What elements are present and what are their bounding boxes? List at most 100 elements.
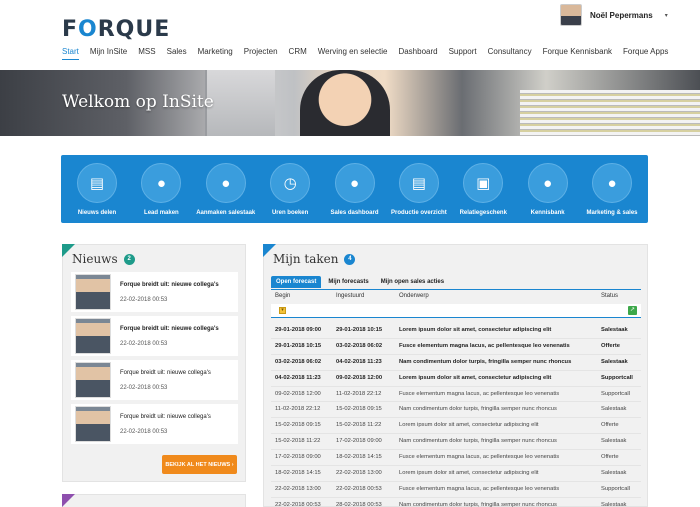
- cell-begin: 18-02-2018 14:15: [275, 470, 321, 477]
- quick-link-productie-overzicht[interactable]: ▤ Productie overzicht: [387, 155, 451, 223]
- cell-subject[interactable]: Lorem ipsum dolor sit amet, consectetur …: [399, 371, 551, 386]
- cell-due: 15-02-2018 09:15: [336, 406, 382, 413]
- export-excel-icon[interactable]: ↗: [628, 306, 637, 315]
- hero-laptop-image: [205, 70, 275, 136]
- news-text: Forque breidt uit: nieuwe collega's 22-02…: [120, 414, 211, 435]
- nav-item-dashboard[interactable]: Dashboard: [398, 47, 437, 60]
- news-panel: Nieuws 2 Forque breidt uit: nieuwe colle…: [62, 244, 246, 482]
- quick-link-label: Uren boeken: [271, 210, 309, 216]
- quick-link-marketing-sales[interactable]: ● Marketing & sales: [580, 155, 644, 223]
- table-row[interactable]: 22-02-2018 13:00 22-02-2018 00:53 Fusce el…: [271, 482, 641, 498]
- table-row[interactable]: 09-02-2018 12:00 11-02-2018 22:12 Fusce el…: [271, 387, 641, 403]
- table-row[interactable]: 15-02-2018 09:15 15-02-2018 11:22 Lorem ip…: [271, 418, 641, 435]
- cell-subject[interactable]: Lorem ipsum dolor sit amet, consectetur …: [399, 323, 551, 338]
- cell-subject[interactable]: Nam condimentum dolor turpis, fringilla …: [399, 402, 557, 417]
- cell-subject[interactable]: Lorem ipsum dolor sit amet, consectetur …: [399, 418, 539, 433]
- cell-due: 29-01-2018 10:15: [336, 327, 383, 333]
- column-due[interactable]: Ingestuurd: [336, 293, 364, 299]
- all-news-button[interactable]: BEKIJK AL HET NIEUWS ›: [162, 455, 237, 474]
- chevron-down-icon[interactable]: ▾: [665, 12, 668, 19]
- nav-item-forque-apps[interactable]: Forque Apps: [623, 47, 668, 60]
- nav-item-mijn-insite[interactable]: Mijn InSite: [90, 47, 127, 60]
- nav-item-mss[interactable]: MSS: [138, 47, 155, 60]
- cell-subject[interactable]: Fusce elementum magna lacus, ac pellente…: [399, 339, 570, 354]
- user-menu[interactable]: Noël Pepermans ▾: [560, 4, 668, 26]
- avatar[interactable]: [560, 4, 582, 26]
- news-item-title[interactable]: Forque breidt uit: nieuwe collega's: [120, 282, 219, 288]
- filter-icon[interactable]: ▾: [279, 307, 286, 314]
- tasks-tabs: Open forecast Mijn forecasts Mijn open sal…: [271, 276, 449, 288]
- cell-subject[interactable]: Nam condimentum dolor turpis, fringilla …: [399, 434, 557, 449]
- table-row[interactable]: 17-02-2018 09:00 18-02-2018 14:15 Fusce el…: [271, 450, 641, 467]
- top-bar: FORQUE Noël Pepermans ▾ Start Mijn InSite…: [0, 0, 700, 70]
- hero-child-image: [300, 70, 390, 136]
- quick-link-kennisbank[interactable]: ● Kennisbank: [516, 155, 580, 223]
- quick-link-uren-boeken[interactable]: ◷ Uren boeken: [258, 155, 322, 223]
- table-header: Begin Ingestuurd Onderwerp Status: [271, 293, 641, 303]
- cell-begin: 11-02-2018 22:12: [275, 406, 321, 413]
- news-list: Forque breidt uit: nieuwe collega's 22-02…: [71, 272, 238, 448]
- nav-item-marketing[interactable]: Marketing: [198, 47, 233, 60]
- quick-link-sales-dashboard[interactable]: ● Sales dashboard: [323, 155, 387, 223]
- cell-begin: 17-02-2018 09:00: [275, 454, 321, 461]
- table-row[interactable]: 11-02-2018 22:12 15-02-2018 09:15 Nam cond…: [271, 402, 641, 419]
- user-task-icon: ●: [205, 163, 246, 203]
- nav-item-forque-kennisbank[interactable]: Forque Kennisbank: [543, 47, 612, 60]
- tasks-title: Mijn taken 4: [273, 252, 356, 266]
- news-item[interactable]: Forque breidt uit: nieuwe collega's 22-02…: [71, 316, 238, 356]
- table-row[interactable]: 18-02-2018 14:15 22-02-2018 13:00 Lorem ip…: [271, 466, 641, 482]
- forque-logo[interactable]: FORQUE: [62, 17, 170, 42]
- cell-subject[interactable]: Fusce elementum magna lacus, ac pellente…: [399, 482, 559, 497]
- cell-subject[interactable]: Lorem ipsum dolor sit amet, consectetur …: [399, 466, 539, 481]
- nav-item-crm[interactable]: CRM: [289, 47, 307, 60]
- cell-due: 17-02-2018 09:00: [336, 438, 382, 445]
- column-subject[interactable]: Onderwerp: [399, 293, 429, 299]
- nav-item-werving-en-selectie[interactable]: Werving en selectie: [318, 47, 388, 60]
- table-row[interactable]: 03-02-2018 06:02 04-02-2018 11:23 Nam cond…: [271, 355, 641, 371]
- column-begin[interactable]: Begin: [275, 293, 290, 299]
- nav-item-projecten[interactable]: Projecten: [244, 47, 278, 60]
- cell-status: Supportcall: [601, 374, 633, 381]
- cell-subject[interactable]: Nam condimentum dolor turpis, fringilla …: [399, 355, 571, 370]
- table-row[interactable]: 15-02-2018 11:22 17-02-2018 09:00 Nam cond…: [271, 434, 641, 451]
- news-text: Forque breidt uit: nieuwe collega's 22-02…: [120, 282, 219, 303]
- quick-link-nieuws-delen[interactable]: ▤ Nieuws delen: [65, 155, 129, 223]
- table-row[interactable]: 29-01-2018 10:15 03-02-2018 06:02 Fusce el…: [271, 339, 641, 355]
- news-item[interactable]: Forque breidt uit: nieuwe collega's 22-02…: [71, 360, 238, 400]
- cell-subject[interactable]: Fusce elementum magna lacus, ac pellente…: [399, 450, 559, 465]
- cell-status: Salestaak: [601, 438, 627, 445]
- news-item-title[interactable]: Forque breidt uit: nieuwe collega's: [120, 414, 211, 420]
- tab-mijn-forecasts[interactable]: Mijn forecasts: [323, 276, 373, 288]
- tab-mijn-open-sales-acties[interactable]: Mijn open sales acties: [376, 276, 449, 288]
- column-status[interactable]: Status: [601, 293, 618, 299]
- quick-link-label: Aanmaken salestaak: [196, 210, 256, 216]
- nav-item-support[interactable]: Support: [449, 47, 477, 60]
- cell-begin: 29-01-2018 10:15: [275, 342, 322, 349]
- nav-item-sales[interactable]: Sales: [167, 47, 187, 60]
- cell-status: Offerte: [601, 454, 619, 461]
- gift-icon: ▣: [463, 163, 504, 203]
- cell-subject[interactable]: Fusce elementum magna lacus, ac pellente…: [399, 387, 559, 402]
- news-item-title[interactable]: Forque breidt uit: nieuwe collega's: [120, 326, 219, 332]
- news-item-title[interactable]: Forque breidt uit: nieuwe collega's: [120, 370, 211, 376]
- tasks-table-body: 29-01-2018 09:00 29-01-2018 10:15 Lorem ip…: [271, 323, 641, 507]
- secondary-panel: [62, 494, 246, 507]
- quick-link-label: Lead maken: [144, 210, 179, 216]
- news-item[interactable]: Forque breidt uit: nieuwe collega's 22-02…: [71, 272, 238, 312]
- cell-due: 03-02-2018 06:02: [336, 342, 383, 349]
- news-title: Nieuws 2: [72, 252, 135, 266]
- user-name[interactable]: Noël Pepermans: [590, 11, 653, 20]
- tab-open-forecast[interactable]: Open forecast: [271, 276, 322, 288]
- news-item[interactable]: Forque breidt uit: nieuwe collega's 22-02…: [71, 404, 238, 444]
- cell-subject[interactable]: Nam condimentum dolor turpis, fringilla …: [399, 498, 557, 507]
- nav-item-consultancy[interactable]: Consultancy: [488, 47, 532, 60]
- quick-link-label: Kennisbank: [530, 210, 565, 216]
- table-row[interactable]: 29-01-2018 09:00 29-01-2018 10:15 Lorem ip…: [271, 323, 641, 339]
- table-row[interactable]: 22-02-2018 00:53 28-02-2018 00:53 Nam cond…: [271, 498, 641, 507]
- quick-link-aanmaken-salestaak[interactable]: ● Aanmaken salestaak: [194, 155, 258, 223]
- news-item-date: 22-02-2018 00:53: [120, 428, 168, 435]
- quick-link-lead-maken[interactable]: ● Lead maken: [129, 155, 193, 223]
- table-row[interactable]: 04-02-2018 11:23 09-02-2018 12:00 Lorem ip…: [271, 371, 641, 387]
- nav-item-start[interactable]: Start: [62, 47, 79, 60]
- quick-link-relatiegeschenk[interactable]: ▣ Relatiegeschenk: [451, 155, 515, 223]
